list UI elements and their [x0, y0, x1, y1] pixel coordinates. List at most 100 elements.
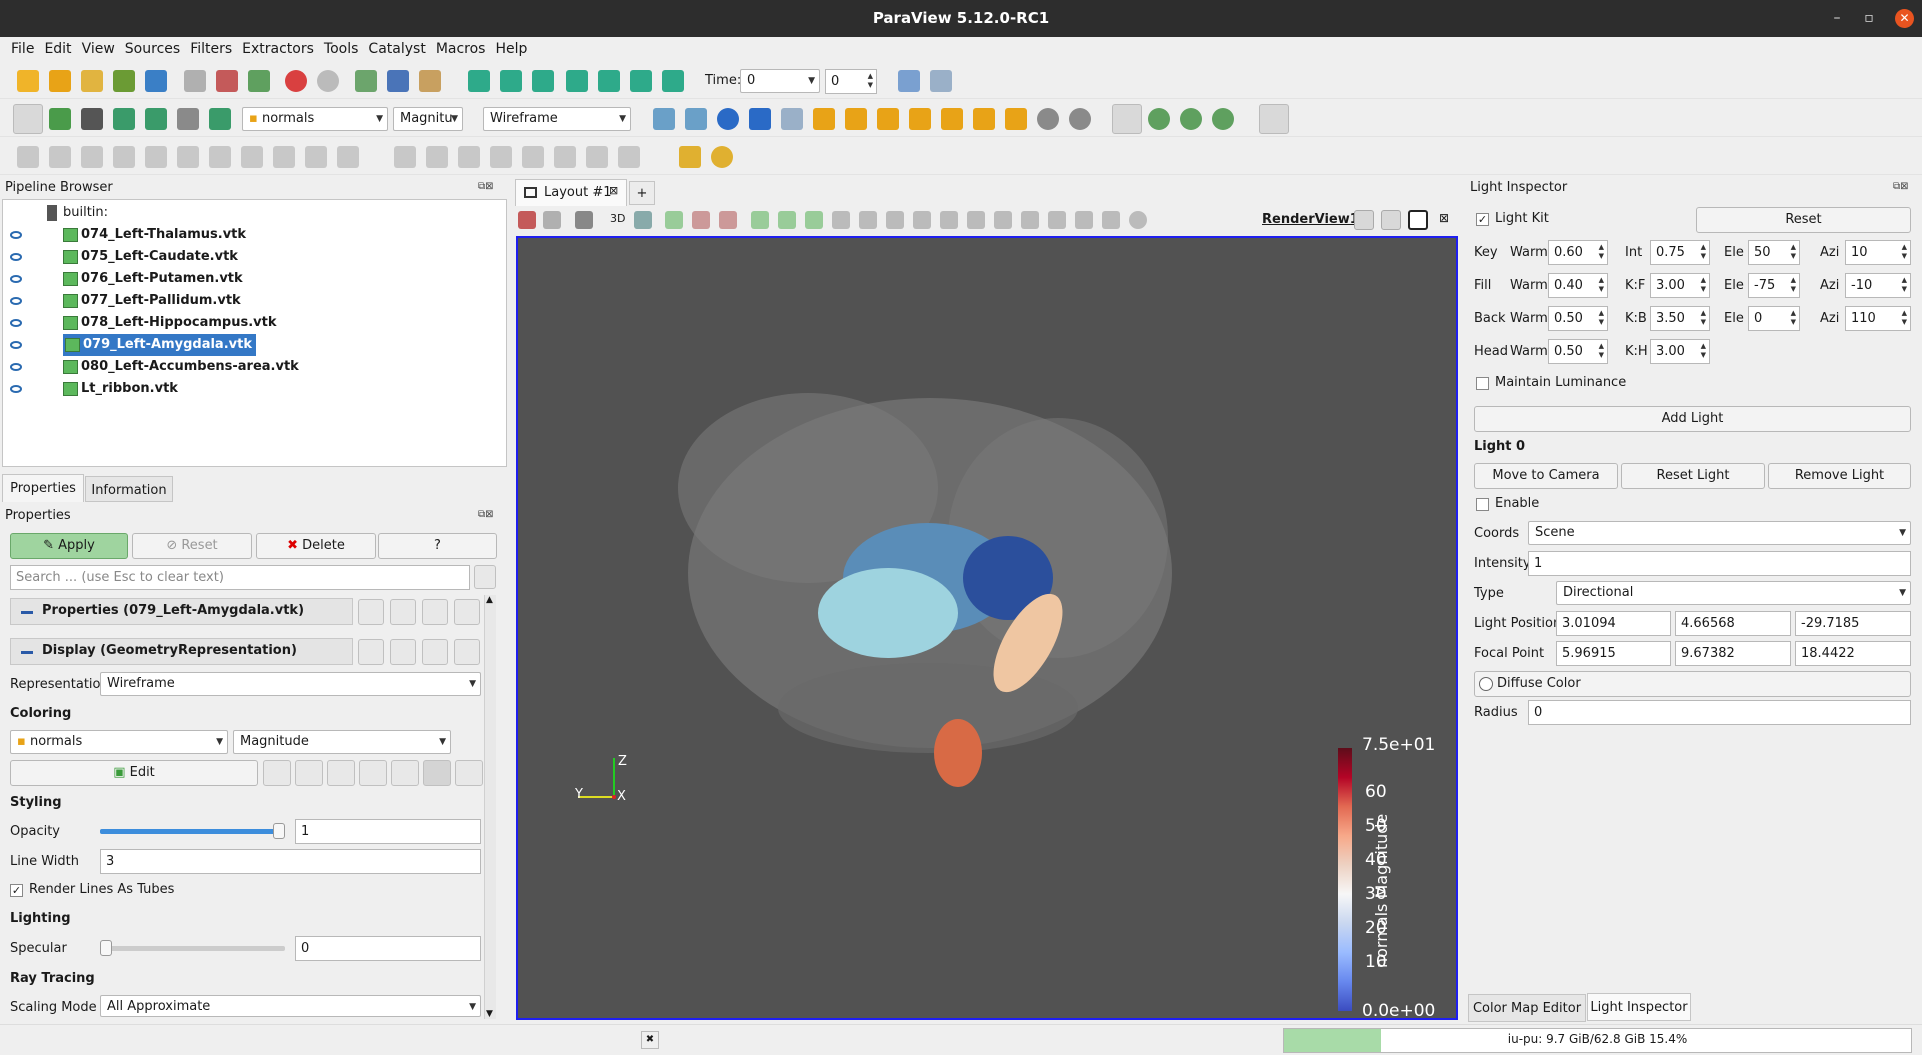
focal-point-y[interactable]: 9.67382	[1675, 641, 1791, 666]
rescale-data-range-icon[interactable]	[295, 760, 323, 786]
focal-point-x[interactable]: 5.96915	[1556, 641, 1671, 666]
spin-arrows-icon[interactable]: ▲ ▼	[1599, 309, 1604, 327]
hover-cells-icon[interactable]	[859, 211, 877, 229]
visibility-eye-icon[interactable]	[10, 231, 22, 239]
undo-icon[interactable]	[285, 70, 307, 92]
warm-spinbox[interactable]: 0.60 ▲ ▼	[1548, 240, 1608, 265]
clip-icon[interactable]	[81, 146, 103, 168]
line-width-input[interactable]: 3	[100, 849, 481, 874]
elevation-spinbox[interactable]: 50 ▲ ▼	[1748, 240, 1800, 265]
reset-center-icon[interactable]	[1180, 108, 1202, 130]
rescale-all-icon[interactable]	[209, 108, 231, 130]
ratio-spinbox[interactable]: 0.75 ▲ ▼	[1650, 240, 1710, 265]
select-blocks-icon[interactable]	[778, 211, 796, 229]
visibility-eye-icon[interactable]	[10, 297, 22, 305]
split-horizontal-icon[interactable]	[1354, 210, 1374, 230]
reset-camera-icon[interactable]	[653, 108, 675, 130]
time-index-spinbox[interactable]: 0 ▲ ▼	[825, 69, 877, 94]
rescale-temporal-icon[interactable]	[145, 108, 167, 130]
menu-edit[interactable]: Edit	[39, 37, 76, 61]
menu-sources[interactable]: Sources	[120, 37, 185, 61]
rescale-custom-icon[interactable]	[327, 760, 355, 786]
connect-icon[interactable]	[113, 70, 135, 92]
opacity-slider[interactable]	[100, 823, 285, 839]
maximize-button[interactable]: ▫	[1854, 0, 1884, 37]
representation-select[interactable]: Wireframe ▼	[100, 672, 481, 696]
scaling-mode-select[interactable]: All Approximate ▼	[100, 995, 481, 1017]
camera-undo-icon[interactable]	[355, 70, 377, 92]
select-polygon-icon[interactable]	[751, 211, 769, 229]
coords-select[interactable]: Scene ▼	[1528, 521, 1911, 545]
plot-selection-icon[interactable]	[994, 211, 1012, 229]
loop-icon[interactable]	[662, 70, 684, 92]
threshold-icon[interactable]	[145, 146, 167, 168]
spreadsheet-find-icon[interactable]	[930, 70, 952, 92]
remove-light-button[interactable]: Remove Light	[1768, 463, 1911, 489]
pick-center-icon[interactable]	[1148, 108, 1170, 130]
extract-level-icon[interactable]	[337, 146, 359, 168]
close-view-icon[interactable]: ⊠	[1439, 211, 1449, 225]
hover-points-icon[interactable]	[832, 211, 850, 229]
add-layout-tab-button[interactable]: +	[629, 181, 655, 205]
view-plus-z-icon[interactable]	[941, 108, 963, 130]
group-datasets-icon[interactable]	[305, 146, 327, 168]
capture-screenshot-icon[interactable]	[518, 211, 536, 229]
reset-range-icon[interactable]	[81, 108, 103, 130]
plot-data-icon[interactable]	[490, 146, 512, 168]
zoom-out-icon[interactable]	[1102, 211, 1120, 229]
edit-color-map-icon[interactable]	[49, 108, 71, 130]
show-scalar-bar-icon[interactable]	[423, 760, 451, 786]
zoom-to-box-icon[interactable]	[781, 108, 803, 130]
close-window-button[interactable]: ✕	[1895, 9, 1914, 28]
camera-icon[interactable]	[575, 211, 593, 229]
pipeline-item[interactable]: 080_Left-Accumbens-area.vtk	[63, 356, 299, 378]
enable-light-checkbox[interactable]	[1476, 498, 1489, 511]
redo-icon[interactable]	[317, 70, 339, 92]
temporal-icon[interactable]	[586, 146, 608, 168]
properties-section-header[interactable]: Properties (079_Left-Amygdala.vtk)	[10, 598, 353, 625]
shrink-selection-icon[interactable]	[913, 211, 931, 229]
render-view[interactable]: Z Y X 7.5e+01 0.0e+00 60 50 40 30 20 10 …	[516, 236, 1458, 1020]
layout-tab[interactable]: Layout #1 ⊠	[515, 179, 627, 206]
zoom-box-icon[interactable]	[749, 108, 771, 130]
builtin-root[interactable]: builtin:	[47, 202, 108, 224]
find-data-icon[interactable]	[898, 70, 920, 92]
copy-icon[interactable]	[358, 639, 384, 665]
glyph-icon[interactable]	[209, 146, 231, 168]
component-combo[interactable]: Magnitu ▼	[393, 107, 463, 131]
visibility-eye-icon[interactable]	[10, 385, 22, 393]
ratio-spinbox[interactable]: 3.00 ▲ ▼	[1650, 339, 1710, 364]
clear-status-icon[interactable]: ✖	[641, 1031, 659, 1049]
tab-information[interactable]: Information	[85, 476, 173, 502]
spin-arrows-icon[interactable]: ▲ ▼	[1902, 243, 1907, 261]
spin-arrows-icon[interactable]: ▲ ▼	[1599, 276, 1604, 294]
pipeline-item[interactable]: Lt_ribbon.vtk	[63, 378, 178, 400]
rotate-minus90-icon[interactable]	[1069, 108, 1091, 130]
open-file-icon[interactable]	[17, 70, 39, 92]
plot-selection-icon[interactable]	[426, 146, 448, 168]
visibility-eye-icon[interactable]	[10, 319, 22, 327]
disconnect-icon[interactable]	[145, 70, 167, 92]
extract-selection-icon[interactable]	[967, 211, 985, 229]
rescale-custom-icon[interactable]	[113, 108, 135, 130]
stream-tracer-icon[interactable]	[241, 146, 263, 168]
light-position-y[interactable]: 4.66568	[1675, 611, 1791, 636]
menu-help[interactable]: Help	[490, 37, 532, 61]
intensity-input[interactable]: 1	[1528, 551, 1911, 576]
spin-arrows-icon[interactable]: ▲ ▼	[1791, 243, 1796, 261]
save-default-icon[interactable]	[454, 639, 480, 665]
rescale-temporal-icon[interactable]	[359, 760, 387, 786]
visibility-eye-icon[interactable]	[10, 275, 22, 283]
menu-file[interactable]: File	[6, 37, 39, 61]
visibility-eye-icon[interactable]	[10, 363, 22, 371]
paste-icon[interactable]	[390, 639, 416, 665]
minimize-button[interactable]: –	[1822, 0, 1852, 37]
visibility-eye-icon[interactable]	[10, 253, 22, 261]
spin-arrows-icon[interactable]: ▲ ▼	[1791, 309, 1796, 327]
clear-selection-icon[interactable]	[940, 211, 958, 229]
edit-colormap-button[interactable]: ▣ Edit	[10, 760, 258, 786]
type-select[interactable]: Directional ▼	[1556, 581, 1911, 605]
load-state-icon[interactable]	[216, 70, 238, 92]
representation-combo[interactable]: Wireframe ▼	[483, 107, 631, 131]
menu-extractors[interactable]: Extractors	[237, 37, 319, 61]
